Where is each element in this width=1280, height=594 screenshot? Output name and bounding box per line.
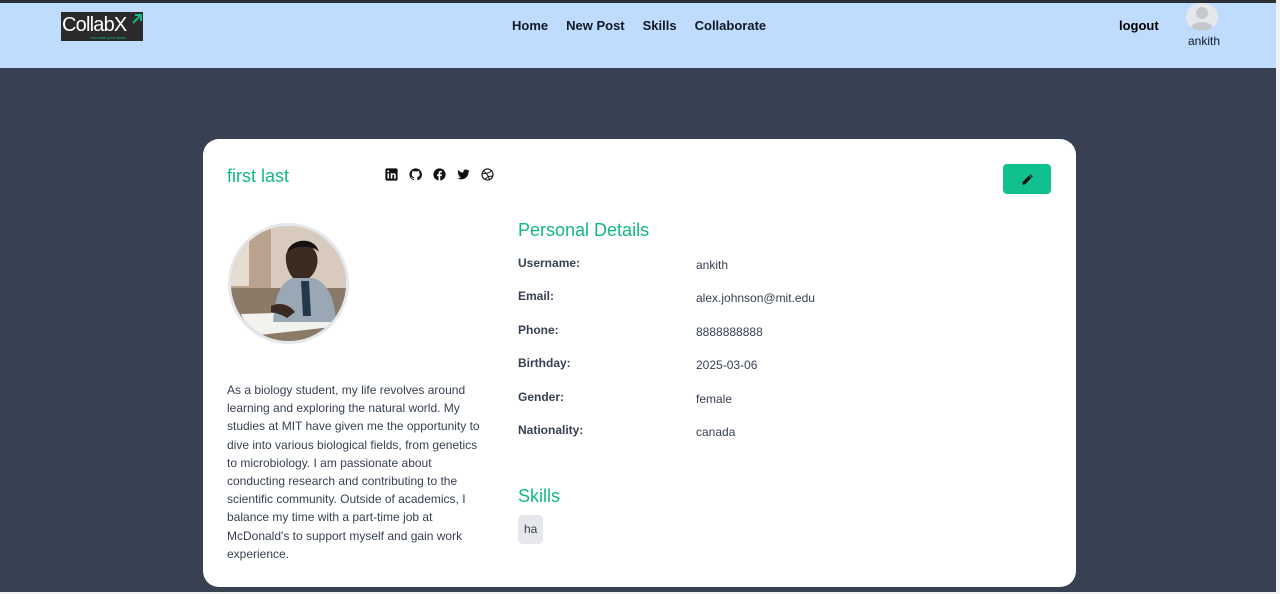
nav-link-new-post[interactable]: New Post [566,18,625,33]
detail-value: canada [696,424,736,439]
page-background: CollabX innovate your ideas Home New Pos… [0,0,1276,592]
dribbble-icon[interactable] [481,168,494,181]
detail-value: 8888888888 [696,324,763,339]
detail-row-nationality: Nationality: canada [518,423,918,456]
facebook-icon[interactable] [433,168,446,181]
logout-button[interactable]: logout [1119,18,1159,33]
personal-details-title: Personal Details [518,220,650,240]
linkedin-icon[interactable] [385,168,398,181]
profile-card: first last As a biology student, my life… [203,139,1076,587]
detail-label: Birthday: [518,356,571,371]
arrow-up-right-icon [132,14,142,24]
logo-tagline: innovate your ideas [91,35,126,40]
detail-row-username: Username: ankith [518,256,918,289]
skill-chip[interactable]: ha [518,515,544,544]
user-menu[interactable]: ankith [1183,3,1225,53]
twitter-icon[interactable] [457,168,470,181]
detail-value: female [696,391,733,406]
profile-bio: As a biology student, my life revolves a… [227,383,480,561]
detail-label: Phone: [518,322,559,337]
detail-row-phone: Phone: 8888888888 [518,323,918,356]
logo-text: CollabX [62,14,127,36]
detail-value: alex.johnson@mit.edu [696,291,815,306]
profile-name: first last [227,166,290,186]
detail-value: ankith [696,258,729,272]
github-icon[interactable] [409,168,422,181]
detail-label: Username: [518,256,581,270]
nav-link-skills[interactable]: Skills [643,18,677,33]
detail-row-gender: Gender: female [518,390,918,423]
nav-links: Home New Post Skills Collaborate [512,18,784,33]
detail-label: Email: [518,289,555,304]
detail-row-email: Email: alex.johnson@mit.edu [518,289,918,322]
user-avatar-icon [1186,3,1218,31]
scrollbar[interactable] [1276,0,1280,594]
detail-label: Gender: [518,389,565,404]
profile-picture [228,223,349,344]
personal-details-list: Username: ankith Email: alex.johnson@mit… [518,256,918,456]
detail-value: 2025-03-06 [696,358,758,373]
social-links [385,168,494,181]
user-name: ankith [1187,34,1221,48]
navbar: CollabX innovate your ideas Home New Pos… [0,3,1276,68]
detail-label: Nationality: [518,422,584,437]
nav-link-home[interactable]: Home [512,18,548,33]
pencil-icon [1021,173,1033,185]
detail-row-birthday: Birthday: 2025-03-06 [518,356,918,389]
nav-link-collaborate[interactable]: Collaborate [695,18,767,33]
logo[interactable]: CollabX innovate your ideas [61,12,143,41]
skills-title: Skills [518,486,561,506]
edit-profile-button[interactable] [1003,164,1051,194]
